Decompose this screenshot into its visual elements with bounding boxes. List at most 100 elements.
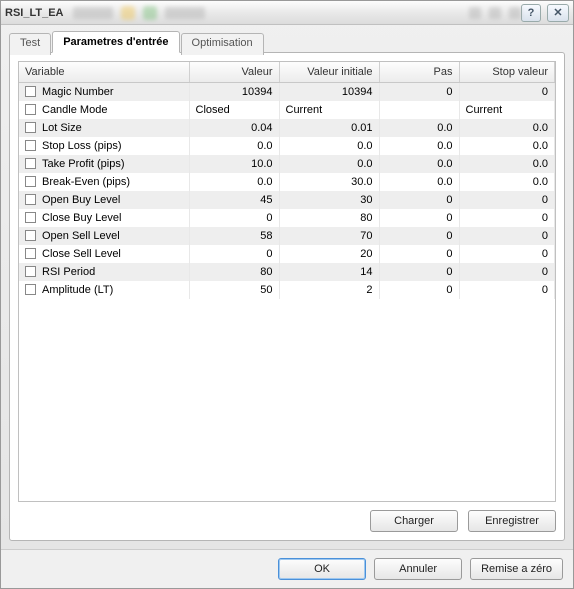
stop-cell[interactable]: 0 [459, 227, 555, 245]
value-cell[interactable]: 0.04 [189, 119, 279, 137]
col-stop[interactable]: Stop valeur [459, 62, 555, 83]
initial-cell[interactable]: 10394 [279, 83, 379, 101]
step-cell[interactable]: 0 [379, 245, 459, 263]
value-cell[interactable]: 80 [189, 263, 279, 281]
stop-cell[interactable]: 0.0 [459, 173, 555, 191]
row-checkbox[interactable] [25, 104, 36, 115]
initial-cell[interactable]: 30 [279, 191, 379, 209]
variable-cell[interactable]: Close Sell Level [19, 245, 189, 263]
step-cell[interactable]: 0 [379, 281, 459, 299]
stop-cell[interactable]: Current [459, 101, 555, 119]
stop-cell[interactable]: 0 [459, 83, 555, 101]
step-cell[interactable]: 0 [379, 227, 459, 245]
stop-cell[interactable]: 0.0 [459, 137, 555, 155]
row-checkbox[interactable] [25, 140, 36, 151]
variable-cell[interactable]: Break-Even (pips) [19, 173, 189, 191]
value-cell[interactable]: 0 [189, 245, 279, 263]
row-checkbox[interactable] [25, 266, 36, 277]
table-row[interactable]: Magic Number103941039400 [19, 83, 555, 101]
titlebar[interactable]: RSI_LT_EA ? ✕ [1, 1, 573, 25]
value-cell[interactable]: 0 [189, 209, 279, 227]
initial-cell[interactable]: 30.0 [279, 173, 379, 191]
initial-cell[interactable]: 20 [279, 245, 379, 263]
table-row[interactable]: Open Sell Level587000 [19, 227, 555, 245]
table-row[interactable]: Take Profit (pips)10.00.00.00.0 [19, 155, 555, 173]
initial-cell[interactable]: 14 [279, 263, 379, 281]
help-button[interactable]: ? [521, 4, 541, 22]
stop-cell[interactable]: 0 [459, 191, 555, 209]
table-row[interactable]: Lot Size0.040.010.00.0 [19, 119, 555, 137]
initial-cell[interactable]: 2 [279, 281, 379, 299]
variable-cell[interactable]: RSI Period [19, 263, 189, 281]
table-row[interactable]: Close Buy Level08000 [19, 209, 555, 227]
reset-button[interactable]: Remise a zéro [470, 558, 563, 580]
table-row[interactable]: Stop Loss (pips)0.00.00.00.0 [19, 137, 555, 155]
col-value[interactable]: Valeur [189, 62, 279, 83]
value-cell[interactable]: 50 [189, 281, 279, 299]
initial-cell[interactable]: 80 [279, 209, 379, 227]
row-checkbox[interactable] [25, 248, 36, 259]
variable-cell[interactable]: Open Sell Level [19, 227, 189, 245]
initial-cell[interactable]: Current [279, 101, 379, 119]
value-cell[interactable]: 0.0 [189, 137, 279, 155]
variable-cell[interactable]: Magic Number [19, 83, 189, 101]
initial-cell[interactable]: 0.0 [279, 155, 379, 173]
value-cell[interactable]: Closed [189, 101, 279, 119]
save-button[interactable]: Enregistrer [468, 510, 556, 532]
initial-cell[interactable]: 70 [279, 227, 379, 245]
row-checkbox[interactable] [25, 194, 36, 205]
table-row[interactable]: Break-Even (pips)0.030.00.00.0 [19, 173, 555, 191]
variable-cell[interactable]: Close Buy Level [19, 209, 189, 227]
value-cell[interactable]: 0.0 [189, 173, 279, 191]
cancel-button[interactable]: Annuler [374, 558, 462, 580]
close-button[interactable]: ✕ [547, 4, 569, 22]
variable-cell[interactable]: Amplitude (LT) [19, 281, 189, 299]
row-checkbox[interactable] [25, 176, 36, 187]
stop-cell[interactable]: 0 [459, 245, 555, 263]
stop-cell[interactable]: 0 [459, 263, 555, 281]
stop-cell[interactable]: 0.0 [459, 155, 555, 173]
variable-cell[interactable]: Take Profit (pips) [19, 155, 189, 173]
col-initial[interactable]: Valeur initiale [279, 62, 379, 83]
table-row[interactable]: RSI Period801400 [19, 263, 555, 281]
row-checkbox[interactable] [25, 230, 36, 241]
row-checkbox[interactable] [25, 86, 36, 97]
table-row[interactable]: Candle ModeClosedCurrentCurrent [19, 101, 555, 119]
table-row[interactable]: Amplitude (LT)50200 [19, 281, 555, 299]
stop-cell[interactable]: 0 [459, 209, 555, 227]
step-cell[interactable]: 0.0 [379, 137, 459, 155]
stop-cell[interactable]: 0 [459, 281, 555, 299]
row-checkbox[interactable] [25, 284, 36, 295]
step-cell[interactable]: 0.0 [379, 173, 459, 191]
step-cell[interactable]: 0.0 [379, 155, 459, 173]
tab-test[interactable]: Test [9, 33, 51, 55]
tab-optimisation[interactable]: Optimisation [181, 33, 264, 55]
load-button[interactable]: Charger [370, 510, 458, 532]
value-cell[interactable]: 10.0 [189, 155, 279, 173]
step-cell[interactable]: 0 [379, 83, 459, 101]
step-cell[interactable]: 0 [379, 263, 459, 281]
variable-cell[interactable]: Open Buy Level [19, 191, 189, 209]
row-checkbox[interactable] [25, 122, 36, 133]
step-cell[interactable]: 0 [379, 209, 459, 227]
row-checkbox[interactable] [25, 212, 36, 223]
ok-button[interactable]: OK [278, 558, 366, 580]
col-variable[interactable]: Variable [19, 62, 189, 83]
tab-parameters[interactable]: Parametres d'entrée [52, 31, 179, 53]
table-row[interactable]: Open Buy Level453000 [19, 191, 555, 209]
table-row[interactable]: Close Sell Level02000 [19, 245, 555, 263]
value-cell[interactable]: 58 [189, 227, 279, 245]
row-checkbox[interactable] [25, 158, 36, 169]
col-step[interactable]: Pas [379, 62, 459, 83]
variable-cell[interactable]: Candle Mode [19, 101, 189, 119]
initial-cell[interactable]: 0.0 [279, 137, 379, 155]
stop-cell[interactable]: 0.0 [459, 119, 555, 137]
step-cell[interactable] [379, 101, 459, 119]
variable-cell[interactable]: Stop Loss (pips) [19, 137, 189, 155]
initial-cell[interactable]: 0.01 [279, 119, 379, 137]
step-cell[interactable]: 0 [379, 191, 459, 209]
value-cell[interactable]: 10394 [189, 83, 279, 101]
variable-cell[interactable]: Lot Size [19, 119, 189, 137]
value-cell[interactable]: 45 [189, 191, 279, 209]
step-cell[interactable]: 0.0 [379, 119, 459, 137]
